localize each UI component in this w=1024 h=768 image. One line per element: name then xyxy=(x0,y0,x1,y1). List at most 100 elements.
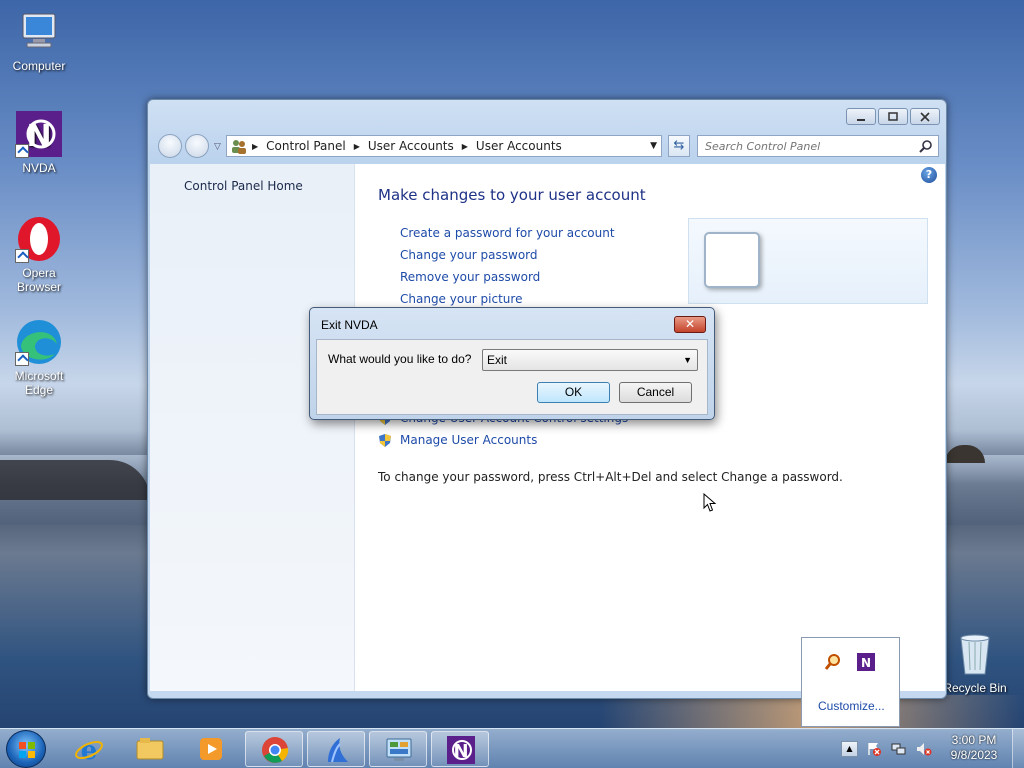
taskbar-control-panel[interactable] xyxy=(369,731,427,767)
dialog-title: Exit NVDA xyxy=(321,318,378,332)
task-change-picture[interactable]: Change your picture xyxy=(400,292,522,306)
network-icon[interactable] xyxy=(891,742,907,756)
computer-icon xyxy=(15,8,63,56)
search-box[interactable] xyxy=(697,135,939,157)
desktop-icon-label: Opera Browser xyxy=(16,266,61,294)
navigation-bar: ▽ ▶ Control Panel ▶ User Accounts ▶ User… xyxy=(156,133,939,159)
breadcrumb-user-accounts[interactable]: User Accounts xyxy=(368,139,454,153)
refresh-button[interactable]: ⇆ xyxy=(668,135,690,157)
customize-link[interactable]: Customize... xyxy=(818,699,885,713)
magnifier-icon[interactable] xyxy=(824,653,842,671)
task-manage-user-accounts[interactable]: Manage User Accounts xyxy=(400,433,537,447)
breadcrumb-user-accounts-current[interactable]: User Accounts xyxy=(476,139,562,153)
nvda-icon: N xyxy=(447,736,475,764)
taskbar-internet-explorer[interactable]: e xyxy=(60,731,118,767)
chevron-down-icon: ▼ xyxy=(683,355,692,365)
folder-icon xyxy=(136,738,164,760)
desktop-icon-recycle-bin[interactable]: Recycle Bin xyxy=(940,630,1010,695)
clock-time: 3:00 PM xyxy=(951,733,997,747)
show-hidden-icons-button[interactable]: ▲ xyxy=(841,741,858,757)
volume-muted-icon[interactable] xyxy=(916,742,932,756)
shortcut-arrow-icon xyxy=(15,144,29,158)
dialog-question: What would you like to do? xyxy=(328,352,472,366)
main-content: ? Make changes to your user account Crea… xyxy=(355,164,945,691)
account-picture-panel xyxy=(688,218,928,304)
taskbar-chrome[interactable] xyxy=(245,731,303,767)
action-select-value: Exit xyxy=(487,353,508,367)
desktop-icon-edge[interactable]: Microsoft Edge xyxy=(4,318,74,397)
maximize-icon xyxy=(888,111,898,121)
task-change-password[interactable]: Change your password xyxy=(400,248,538,262)
window-controls xyxy=(846,108,940,125)
desktop-icon-opera[interactable]: Opera Browser xyxy=(4,215,74,294)
system-tray: ▲ xyxy=(838,731,938,767)
left-pane: Control Panel Home xyxy=(150,164,355,691)
task-remove-password[interactable]: Remove your password xyxy=(400,270,540,284)
taskbar-app-sail[interactable] xyxy=(307,731,365,767)
user-accounts-icon xyxy=(232,140,246,154)
media-player-icon xyxy=(200,738,222,760)
refresh-icon: ⇆ xyxy=(673,138,685,153)
chrome-icon xyxy=(262,737,289,763)
taskbar-media-player[interactable] xyxy=(182,731,240,767)
wallpaper-rocks xyxy=(0,460,150,500)
taskbar-nvda[interactable]: N xyxy=(431,731,489,767)
page-title: Make changes to your user account xyxy=(378,186,646,204)
desktop-icon-computer[interactable]: Computer xyxy=(4,8,74,73)
internet-explorer-icon: e xyxy=(75,736,103,763)
nvda-icon: N xyxy=(15,110,63,158)
close-window-button[interactable] xyxy=(910,108,940,125)
action-select[interactable]: Exit ▼ xyxy=(482,349,698,371)
svg-text:N: N xyxy=(861,656,871,670)
password-note: To change your password, press Ctrl+Alt+… xyxy=(378,470,843,484)
sail-app-icon xyxy=(328,738,348,763)
minimize-button[interactable] xyxy=(846,108,876,125)
shortcut-arrow-icon xyxy=(15,352,29,366)
svg-text:e: e xyxy=(81,736,98,763)
address-bar[interactable]: ▶ Control Panel ▶ User Accounts ▶ User A… xyxy=(226,135,662,157)
close-icon xyxy=(920,111,930,122)
help-icon[interactable]: ? xyxy=(921,167,937,183)
mouse-pointer-icon xyxy=(703,493,717,512)
show-desktop-button[interactable] xyxy=(1012,729,1024,768)
taskbar-clock[interactable]: 3:00 PM 9/8/2023 xyxy=(944,733,1004,763)
desktop-icon-nvda[interactable]: N NVDA xyxy=(4,110,74,175)
clock-date: 9/8/2023 xyxy=(950,748,998,762)
task-create-password[interactable]: Create a password for your account xyxy=(400,226,615,240)
maximize-button[interactable] xyxy=(878,108,908,125)
wallpaper-rocks-right xyxy=(945,445,985,463)
breadcrumb-arrow-icon[interactable]: ▶ xyxy=(462,142,468,151)
minimize-icon xyxy=(857,118,865,121)
breadcrumb-arrow-icon[interactable]: ▶ xyxy=(252,142,258,151)
desktop-icon-label: Computer xyxy=(12,59,66,73)
desktop-icon-label: Microsoft Edge xyxy=(14,369,64,397)
breadcrumb-arrow-icon[interactable]: ▶ xyxy=(354,142,360,151)
forward-button[interactable] xyxy=(185,134,209,158)
windows-logo-icon xyxy=(19,742,35,758)
control-panel-icon xyxy=(386,738,412,761)
recent-pages-chevron-icon[interactable]: ▽ xyxy=(214,142,221,152)
desktop-icon-label: Recycle Bin xyxy=(943,681,1007,695)
cancel-button[interactable]: Cancel xyxy=(619,382,692,403)
tray-overflow-flyout: N Customize... xyxy=(801,637,900,727)
address-dropdown-icon[interactable]: ▼ xyxy=(650,141,657,151)
search-input[interactable] xyxy=(698,136,908,156)
taskbar: e N ▲ 3:00 PM 9/8/2023 xyxy=(0,728,1024,768)
account-picture xyxy=(704,232,760,288)
start-button[interactable] xyxy=(6,730,46,768)
desktop-icon-label: NVDA xyxy=(22,161,56,175)
opera-icon xyxy=(15,215,63,263)
recycle-bin-icon xyxy=(955,630,995,678)
breadcrumb-control-panel[interactable]: Control Panel xyxy=(266,139,346,153)
uac-shield-icon xyxy=(379,434,391,447)
dialog-body: What would you like to do? Exit ▼ OK Can… xyxy=(316,339,708,415)
taskbar-file-explorer[interactable] xyxy=(121,731,179,767)
action-center-flag-icon[interactable] xyxy=(866,742,882,756)
control-panel-home-link[interactable]: Control Panel Home xyxy=(184,179,303,193)
exit-nvda-dialog: Exit NVDA ✕ What would you like to do? E… xyxy=(309,307,715,420)
back-button[interactable] xyxy=(158,134,182,158)
search-icon[interactable] xyxy=(919,139,933,153)
nvda-tray-icon[interactable]: N xyxy=(857,653,875,671)
ok-button[interactable]: OK xyxy=(537,382,610,403)
dialog-close-button[interactable]: ✕ xyxy=(674,316,706,333)
